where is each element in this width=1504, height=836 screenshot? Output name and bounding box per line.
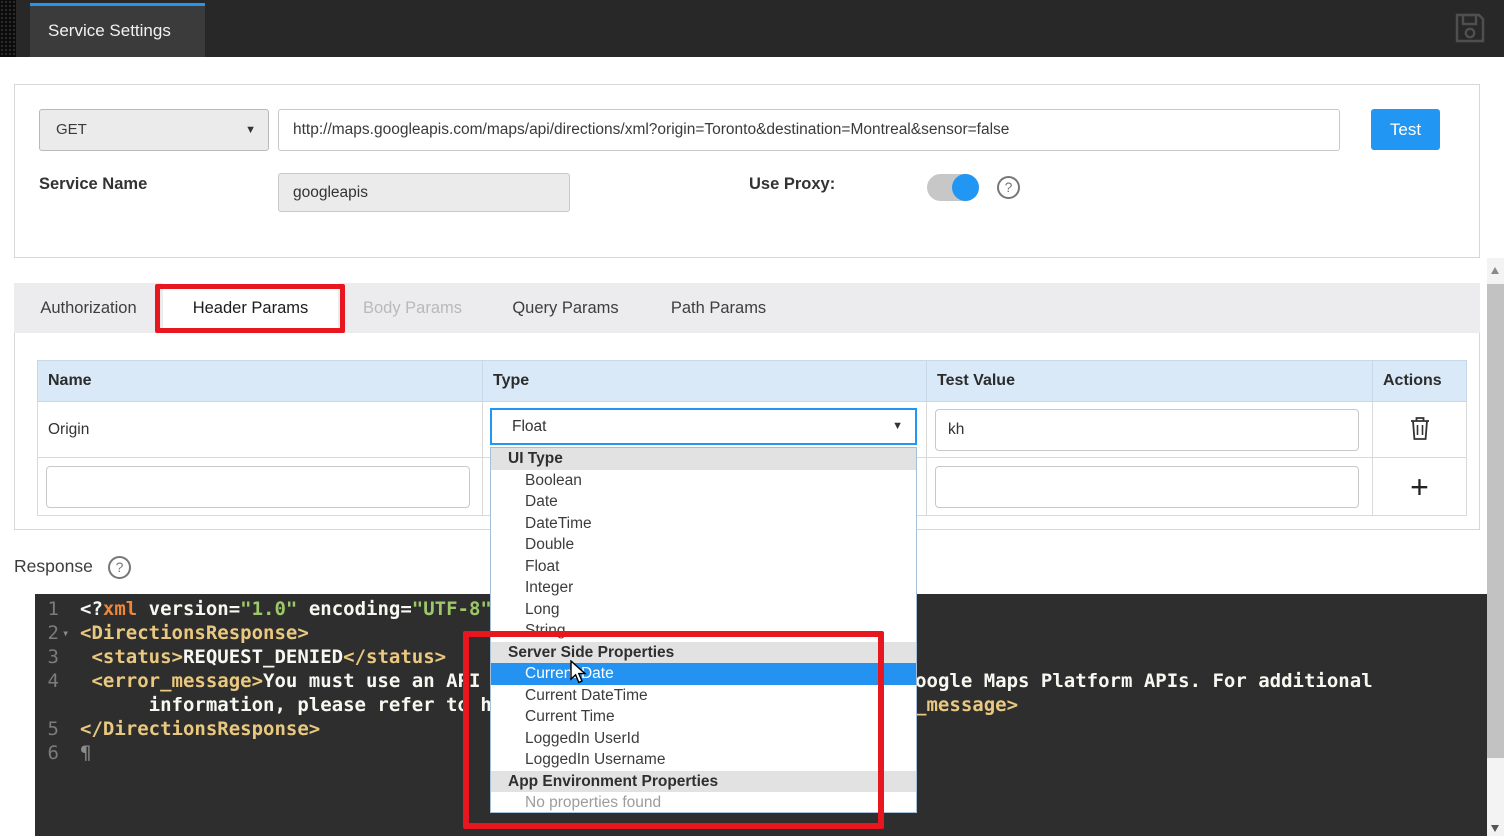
save-button[interactable] (1454, 12, 1486, 44)
dropdown-option[interactable]: String (491, 620, 916, 642)
tab-service-settings-label: Service Settings (30, 6, 205, 55)
service-name-input[interactable] (278, 173, 570, 212)
plus-icon: + (1410, 469, 1429, 505)
line-number: 3 (35, 645, 59, 669)
table-header-row: Name Type Test Value Actions (38, 361, 1467, 402)
new-param-name-cell (38, 458, 483, 516)
line-number: 1 (35, 597, 59, 621)
tab-authorization[interactable]: Authorization (14, 283, 163, 333)
save-icon (1454, 12, 1486, 44)
dropdown-option[interactable]: Date (491, 491, 916, 513)
col-header-name: Name (38, 361, 483, 402)
service-url-input[interactable] (278, 109, 1340, 151)
use-proxy-label: Use Proxy: (749, 175, 835, 194)
fold-caret-icon[interactable]: ▾ (62, 621, 69, 645)
param-tabbar: AuthorizationHeader ParamsBody ParamsQue… (14, 283, 1480, 333)
param-actions-cell (1373, 402, 1467, 458)
dropdown-option[interactable]: Long (491, 599, 916, 621)
new-test-value-input[interactable] (935, 466, 1359, 508)
dropdown-option[interactable]: Current DateTime (491, 685, 916, 707)
service-settings-page: Service Settings GET ▼ Test Service Name… (0, 0, 1504, 836)
request-settings-panel: GET ▼ Test Service Name Use Proxy: ? (14, 84, 1480, 258)
dropdown-group-header: Server Side Properties (491, 642, 916, 664)
col-header-test-value: Test Value (927, 361, 1373, 402)
top-bar: Service Settings (0, 0, 1504, 57)
dropdown-option[interactable]: Double (491, 534, 916, 556)
dropdown-empty-text: No properties found (491, 792, 916, 813)
line-number: 4 (35, 669, 59, 693)
dropdown-option[interactable]: DateTime (491, 513, 916, 535)
toggle-knob (952, 174, 979, 201)
chevron-down-icon: ▼ (892, 410, 903, 443)
scrollbar-down-icon[interactable] (1487, 820, 1504, 836)
dropdown-option[interactable]: Current Time (491, 706, 916, 728)
tab-service-settings[interactable]: Service Settings (30, 3, 205, 57)
scrollbar-thumb[interactable] (1487, 284, 1504, 758)
tab-path-params[interactable]: Path Params (644, 283, 793, 333)
param-type-value: Float (512, 410, 546, 443)
dropdown-option[interactable]: Integer (491, 577, 916, 599)
line-number: 6 (35, 741, 59, 765)
dropdown-group-header: App Environment Properties (491, 771, 916, 793)
trash-icon (1409, 415, 1431, 441)
new-param-actions-cell: + (1373, 458, 1467, 516)
vertical-scrollbar (1487, 258, 1504, 836)
test-button[interactable]: Test (1371, 109, 1440, 150)
col-header-actions: Actions (1373, 361, 1467, 402)
use-proxy-toggle[interactable] (927, 174, 979, 201)
new-param-test-value-cell (927, 458, 1373, 516)
response-label: Response (14, 556, 93, 577)
dropdown-group-header: UI Type (491, 448, 916, 470)
param-name-cell: Origin (38, 402, 483, 458)
dropdown-option[interactable]: Float (491, 556, 916, 578)
dropdown-option[interactable]: LoggedIn UserId (491, 728, 916, 750)
dropdown-option[interactable]: Current Date (491, 663, 916, 685)
proxy-help-icon[interactable]: ? (997, 176, 1020, 199)
http-method-value: GET (56, 110, 87, 150)
param-test-value-cell (927, 402, 1373, 458)
test-value-input[interactable] (935, 409, 1359, 451)
dropdown-option[interactable]: LoggedIn Username (491, 749, 916, 771)
add-param-button[interactable]: + (1404, 470, 1435, 504)
http-method-select[interactable]: GET ▼ (39, 109, 269, 151)
delete-param-button[interactable] (1403, 413, 1437, 446)
service-name-label: Service Name (39, 175, 147, 194)
col-header-type: Type (483, 361, 927, 402)
scrollbar-up-icon[interactable] (1487, 258, 1504, 284)
line-number: 2 (35, 621, 59, 645)
new-param-name-input[interactable] (46, 466, 470, 508)
param-type-select[interactable]: Float ▼ (490, 408, 917, 445)
line-number: 5 (35, 717, 59, 741)
tab-header-params[interactable]: Header Params (163, 283, 338, 333)
response-help-icon[interactable]: ? (108, 556, 131, 579)
tab-query-params[interactable]: Query Params (487, 283, 644, 333)
sidebar-grip (0, 0, 16, 57)
tab-body-params[interactable]: Body Params (338, 283, 487, 333)
chevron-down-icon: ▼ (245, 110, 256, 150)
type-dropdown-list: UI TypeBooleanDateDateTimeDoubleFloatInt… (490, 447, 917, 813)
dropdown-option[interactable]: Boolean (491, 470, 916, 492)
